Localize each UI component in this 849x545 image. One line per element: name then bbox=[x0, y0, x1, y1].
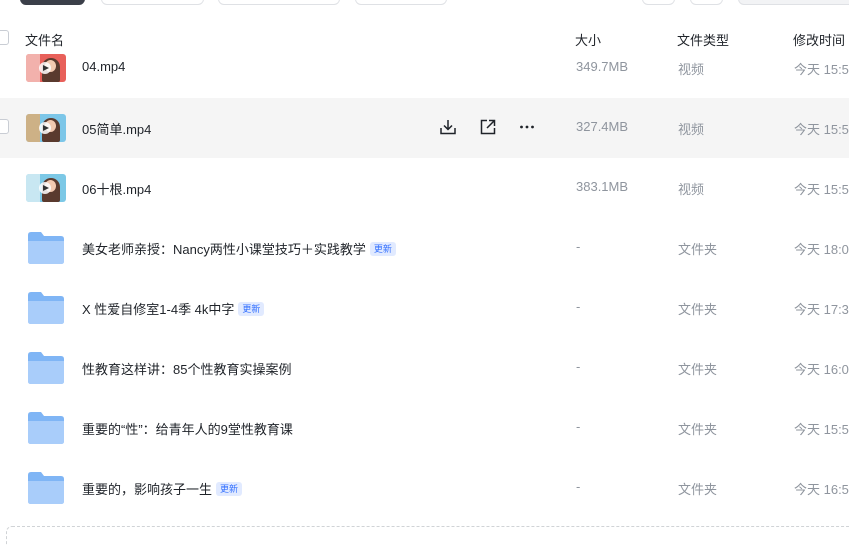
modified-time: 今天 15:5 bbox=[794, 182, 849, 197]
table-row[interactable]: 重要的，影响孩子一生 更新 - 文件夹 今天 16:5 bbox=[0, 458, 849, 518]
toolbar-button-2[interactable] bbox=[101, 0, 204, 5]
file-name[interactable]: 重要的，影响孩子一生 更新 bbox=[82, 479, 243, 498]
file-name[interactable]: X 性爱自修室1-4季 4k中字 更新 bbox=[82, 299, 265, 318]
download-icon[interactable] bbox=[437, 116, 459, 138]
toolbar-icon-button-1[interactable] bbox=[642, 0, 675, 5]
file-name[interactable]: 性教育这样讲：85个性教育实操案例 bbox=[82, 359, 291, 378]
table-row[interactable]: 04.mp4 349.7MB 视频 今天 15:5 bbox=[0, 38, 849, 98]
table-row[interactable]: 06十根.mp4 383.1MB 视频 今天 15:5 bbox=[0, 158, 849, 218]
file-name[interactable]: 06十根.mp4 bbox=[82, 179, 151, 198]
file-type: 视频 bbox=[678, 62, 705, 77]
file-size: - bbox=[576, 359, 581, 374]
modified-time: 今天 18:0 bbox=[794, 242, 849, 257]
play-icon bbox=[39, 122, 51, 134]
play-icon bbox=[39, 62, 51, 74]
table-row[interactable]: 05简单.mp4 327.4MB 视频 今天 15:5 bbox=[0, 98, 849, 158]
upload-drop-zone[interactable] bbox=[6, 526, 849, 545]
file-name-text: X 性爱自修室1-4季 4k中字 bbox=[82, 302, 235, 317]
toolbar-button-3[interactable] bbox=[218, 0, 340, 5]
play-icon bbox=[39, 182, 51, 194]
file-name-text: 重要的，影响孩子一生 bbox=[82, 482, 213, 497]
updated-badge: 更新 bbox=[238, 301, 265, 316]
row-checkbox[interactable] bbox=[0, 119, 9, 134]
modified-time: 今天 16:5 bbox=[794, 482, 849, 497]
file-name-text: 04.mp4 bbox=[82, 59, 126, 74]
file-size: - bbox=[576, 299, 581, 314]
video-thumbnail[interactable] bbox=[26, 114, 66, 142]
file-type: 文件夹 bbox=[678, 422, 718, 437]
file-size: - bbox=[576, 239, 581, 254]
video-thumbnail[interactable] bbox=[26, 54, 66, 82]
file-name[interactable]: 05简单.mp4 bbox=[82, 119, 151, 138]
table-row[interactable]: X 性爱自修室1-4季 4k中字 更新 - 文件夹 今天 17:3 bbox=[0, 278, 849, 338]
file-type: 视频 bbox=[678, 182, 705, 197]
folder-icon bbox=[27, 411, 65, 445]
folder-icon bbox=[27, 291, 65, 325]
table-row[interactable]: 性教育这样讲：85个性教育实操案例 - 文件夹 今天 16:0 bbox=[0, 338, 849, 398]
updated-badge: 更新 bbox=[216, 481, 243, 496]
file-type: 文件夹 bbox=[678, 482, 718, 497]
file-name-text: 美女老师亲授：Nancy两性小课堂技巧＋实践教学 bbox=[82, 242, 366, 257]
toolbar-icon-button-2[interactable] bbox=[690, 0, 723, 5]
file-name-text: 重要的“性”：给青年人的9堂性教育课 bbox=[82, 422, 293, 437]
table-row[interactable]: 重要的“性”：给青年人的9堂性教育课 - 文件夹 今天 15:5 bbox=[0, 398, 849, 458]
video-thumbnail[interactable] bbox=[26, 174, 66, 202]
file-name[interactable]: 04.mp4 bbox=[82, 59, 125, 74]
file-size: 383.1MB bbox=[576, 179, 629, 194]
folder-icon bbox=[27, 231, 65, 265]
more-icon[interactable] bbox=[516, 116, 538, 138]
file-size: 327.4MB bbox=[576, 119, 629, 134]
file-type: 视频 bbox=[678, 122, 705, 137]
folder-icon bbox=[27, 471, 65, 505]
modified-time: 今天 16:0 bbox=[794, 362, 849, 377]
share-icon[interactable] bbox=[477, 116, 499, 138]
file-name-text: 06十根.mp4 bbox=[82, 182, 152, 197]
file-list-page: 文件名 大小 文件类型 修改时间 04.mp4 349.7MB 视频 今天 15:5 0… bbox=[0, 0, 849, 545]
file-size: 349.7MB bbox=[576, 59, 629, 74]
toolbar-button-primary[interactable] bbox=[20, 0, 85, 5]
modified-time: 今天 15:5 bbox=[794, 62, 849, 77]
view-switch[interactable] bbox=[738, 0, 849, 5]
toolbar bbox=[0, 0, 849, 8]
toolbar-button-4[interactable] bbox=[355, 0, 447, 5]
file-size: - bbox=[576, 419, 581, 434]
updated-badge: 更新 bbox=[369, 241, 396, 256]
file-name[interactable]: 重要的“性”：给青年人的9堂性教育课 bbox=[82, 419, 293, 438]
modified-time: 今天 15:5 bbox=[794, 422, 849, 437]
folder-icon bbox=[27, 351, 65, 385]
file-name-text: 性教育这样讲：85个性教育实操案例 bbox=[82, 362, 292, 377]
modified-time: 今天 15:5 bbox=[794, 122, 849, 137]
file-type: 文件夹 bbox=[678, 302, 718, 317]
file-type: 文件夹 bbox=[678, 242, 718, 257]
file-name[interactable]: 美女老师亲授：Nancy两性小课堂技巧＋实践教学 更新 bbox=[82, 239, 396, 258]
file-size: - bbox=[576, 479, 581, 494]
file-type: 文件夹 bbox=[678, 362, 718, 377]
modified-time: 今天 17:3 bbox=[794, 302, 849, 317]
table-row[interactable]: 美女老师亲授：Nancy两性小课堂技巧＋实践教学 更新 - 文件夹 今天 18:0 bbox=[0, 218, 849, 278]
file-name-text: 05简单.mp4 bbox=[82, 122, 152, 137]
